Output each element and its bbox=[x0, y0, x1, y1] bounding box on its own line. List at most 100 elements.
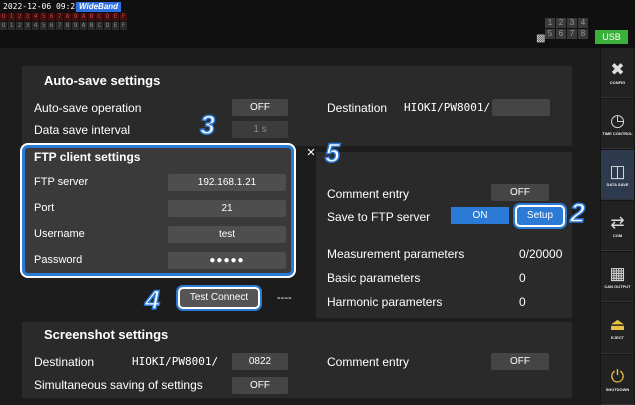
sidebar-item-data-save[interactable]: ◫ DATA SAVE bbox=[601, 150, 634, 200]
sidebar-item-label: TIME CONTROL bbox=[602, 130, 633, 136]
sidebar-item-eject[interactable]: ⏏ EJECT bbox=[601, 303, 634, 354]
screenshot-destination-path: HIOKI/PW8001/ bbox=[132, 355, 219, 368]
screenshot-title: Screenshot settings bbox=[44, 327, 169, 342]
ftp-password-label: Password bbox=[34, 254, 83, 266]
save-ftp-label: Save to FTP server bbox=[327, 210, 431, 224]
channel-cell: 1 bbox=[545, 18, 555, 28]
close-icon[interactable]: × bbox=[304, 145, 318, 160]
ftp-port-label: Port bbox=[34, 202, 55, 214]
channel-indicator: 8 bbox=[64, 13, 71, 21]
data-save-icon: ◫ bbox=[609, 161, 626, 181]
channel-indicator: 1 bbox=[8, 13, 15, 21]
ftp-port-input[interactable]: 21 bbox=[168, 200, 286, 217]
comment-entry-toggle[interactable]: OFF bbox=[491, 184, 549, 201]
channel-indicator: 7 bbox=[56, 22, 63, 30]
channel-indicator: 4 bbox=[32, 13, 39, 21]
ftp-server-input[interactable]: 192.168.1.21 bbox=[168, 174, 286, 191]
autosave-operation-toggle[interactable]: OFF bbox=[232, 99, 288, 116]
harmonic-params-value: 0 bbox=[519, 295, 526, 309]
com-arrows-icon: ⇄ bbox=[610, 212, 625, 232]
autosave-title: Auto-save settings bbox=[44, 73, 161, 88]
wideband-badge: WideBand bbox=[76, 2, 122, 12]
screenshot-destination-label: Destination bbox=[34, 355, 95, 369]
channel-cell: 3 bbox=[567, 18, 577, 28]
channel-indicator: F bbox=[120, 13, 127, 21]
channel-indicator: 2 bbox=[16, 22, 23, 30]
screenshot-comment-toggle[interactable]: OFF bbox=[491, 353, 549, 370]
channel-indicator: 5 bbox=[40, 22, 47, 30]
callout-2: 2 bbox=[569, 197, 586, 229]
channel-indicator: 3 bbox=[24, 13, 31, 21]
channel-indicator: 9 bbox=[72, 13, 79, 21]
sidebar-item-label: EJECT bbox=[611, 335, 624, 340]
channel-indicator: A bbox=[80, 13, 87, 21]
stopwatch-icon: ◷ bbox=[610, 110, 625, 130]
channel-indicator: 6 bbox=[48, 22, 55, 30]
channel-indicator: E bbox=[112, 22, 119, 30]
channel-indicator: 1 bbox=[8, 22, 15, 30]
channel-indicator: 3 bbox=[24, 22, 31, 30]
autosave-interval-field[interactable]: 1 s bbox=[232, 121, 288, 138]
channel-indicator: E bbox=[112, 13, 119, 21]
channel-indicator: A bbox=[80, 22, 87, 30]
ftp-server-label: FTP server bbox=[34, 176, 89, 188]
simultaneous-saving-toggle[interactable]: OFF bbox=[232, 377, 288, 394]
channel-indicator-row-1: U 1 2 3 4 5 6 7 8 9 A B C D E F bbox=[0, 13, 128, 21]
channel-indicator: 5 bbox=[40, 13, 47, 21]
ftp-username-input[interactable]: test bbox=[168, 226, 286, 243]
sidebar: ✖ CONFIG ◷ TIME CONTROL ◫ DATA SAVE ⇄ CO… bbox=[600, 48, 635, 405]
harmonic-params-label: Harmonic parameters bbox=[327, 295, 443, 309]
autosave-operation-label: Auto-save operation bbox=[34, 101, 142, 115]
sidebar-item-label: CAN OUTPUT bbox=[604, 283, 631, 289]
sidebar-item-time-control[interactable]: ◷ TIME CONTROL bbox=[601, 99, 634, 149]
save-ftp-toggle[interactable]: ON bbox=[451, 207, 509, 224]
ftp-title: FTP client settings bbox=[34, 150, 141, 164]
measurement-params-value: 0/20000 bbox=[519, 247, 563, 261]
channel-cell: 6 bbox=[556, 29, 566, 39]
measurement-params-label: Measurement parameters bbox=[327, 247, 465, 261]
basic-params-label: Basic parameters bbox=[327, 271, 421, 285]
autosave-destination-label: Destination bbox=[327, 101, 388, 115]
callout-4: 4 bbox=[144, 284, 161, 316]
channel-indicator: D bbox=[104, 13, 111, 21]
autosave-destination-field[interactable] bbox=[492, 99, 550, 116]
channel-indicator: 9 bbox=[72, 22, 79, 30]
channel-grid: 1 2 3 4 5 6 7 8 bbox=[545, 18, 588, 39]
sidebar-item-config[interactable]: ✖ CONFIG bbox=[601, 48, 634, 98]
comment-entry-label: Comment entry bbox=[327, 187, 410, 201]
test-connect-button[interactable]: Test Connect bbox=[178, 287, 260, 309]
basic-params-value: 0 bbox=[519, 271, 526, 285]
setup-button[interactable]: Setup bbox=[515, 205, 565, 227]
channel-indicator: 6 bbox=[48, 13, 55, 21]
channel-indicator: D bbox=[104, 22, 111, 30]
ftp-password-input[interactable]: ●●●●● bbox=[168, 252, 286, 269]
sidebar-item-can-output[interactable]: ▦ CAN OUTPUT bbox=[601, 252, 634, 302]
channel-indicator: C bbox=[96, 22, 103, 30]
wrench-screwdriver-icon: ✖ bbox=[610, 59, 625, 79]
channel-indicator: U bbox=[0, 22, 7, 30]
channel-cell: 7 bbox=[567, 29, 577, 39]
channel-indicator: 7 bbox=[56, 13, 63, 21]
screenshot-destination-field[interactable]: 0822 bbox=[232, 353, 288, 370]
sidebar-item-shutdown[interactable]: ⏻ SHUTDOWN bbox=[601, 355, 634, 405]
can-output-icon: ▦ bbox=[609, 263, 626, 283]
test-connect-status: ---- bbox=[277, 292, 292, 304]
ftp-username-label: Username bbox=[34, 228, 85, 240]
screenshot-comment-label: Comment entry bbox=[327, 355, 410, 369]
channel-cell: 4 bbox=[578, 18, 588, 28]
channel-cell: 2 bbox=[556, 18, 566, 28]
channel-indicator: 4 bbox=[32, 22, 39, 30]
channel-cell: 5 bbox=[545, 29, 555, 39]
channel-cell: 8 bbox=[578, 29, 588, 39]
shutdown-icon: ⏻ bbox=[610, 366, 625, 386]
sidebar-item-label: CONFIG bbox=[609, 79, 626, 85]
channel-indicator: F bbox=[120, 22, 127, 30]
callout-5: 5 bbox=[324, 137, 341, 169]
sidebar-item-label: DATA SAVE bbox=[606, 181, 629, 187]
sidebar-item-label: SHUTDOWN bbox=[605, 386, 630, 392]
channel-indicator: B bbox=[88, 22, 95, 30]
channel-indicator: U bbox=[0, 13, 7, 21]
sidebar-item-com[interactable]: ⇄ COM bbox=[601, 201, 634, 251]
simultaneous-saving-label: Simultaneous saving of settings bbox=[34, 378, 203, 392]
channel-indicator-row-2: U 1 2 3 4 5 6 7 8 9 A B C D E F bbox=[0, 22, 128, 30]
